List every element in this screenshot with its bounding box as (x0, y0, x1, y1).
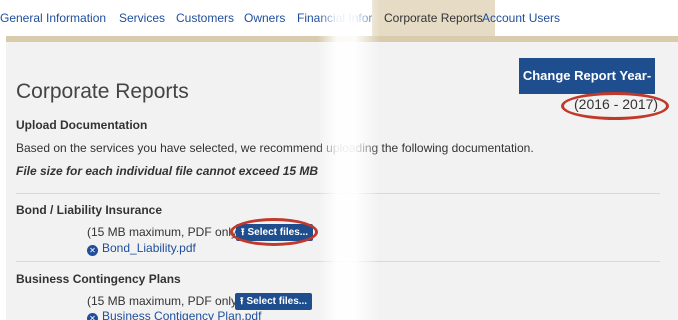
tab-bar: General Information Services Customers O… (0, 0, 678, 36)
page: General Information Services Customers O… (0, 0, 678, 320)
remove-file-icon[interactable]: ✕ (87, 313, 98, 320)
tab-corporate-reports[interactable]: Corporate Reports (372, 0, 495, 36)
page-title: Corporate Reports (16, 80, 189, 103)
uploaded-file-link[interactable]: ✕ Bond_Liability.pdf (87, 241, 196, 256)
divider (16, 193, 660, 194)
file-name: Business Contigency Plan.pdf (102, 309, 262, 320)
file-name: Bond_Liability.pdf (102, 241, 196, 255)
tab-account-users[interactable]: Account Users (482, 0, 560, 36)
section-note: (15 MB maximum, PDF only) (87, 225, 242, 239)
select-files-label: Select files... (246, 296, 308, 307)
tab-customers[interactable]: Customers (176, 0, 234, 36)
upload-heading: Upload Documentation (16, 118, 148, 132)
upload-description: Based on the services you have selected,… (16, 141, 534, 155)
select-files-highlight-oval (230, 218, 318, 246)
tab-owners[interactable]: Owners (244, 0, 285, 36)
file-size-note: File size for each individual file canno… (16, 164, 319, 178)
uploaded-file-link[interactable]: ✕ Business Contigency Plan.pdf (87, 309, 261, 320)
change-report-year-button[interactable]: Change Report Year- (519, 58, 655, 94)
section-title-bond-liability: Bond / Liability Insurance (16, 203, 163, 217)
year-highlight-oval (561, 92, 669, 120)
tab-services[interactable]: Services (119, 0, 165, 36)
divider (16, 261, 660, 262)
section-title-business-contingency: Business Contingency Plans (16, 272, 181, 286)
section-note: (15 MB maximum, PDF only) (87, 294, 242, 308)
tab-general-information[interactable]: General Information (0, 0, 106, 36)
remove-file-icon[interactable]: ✕ (87, 245, 98, 256)
upload-icon: ⭱ (240, 296, 244, 307)
select-files-button[interactable]: ⭱ Select files... (235, 293, 313, 310)
